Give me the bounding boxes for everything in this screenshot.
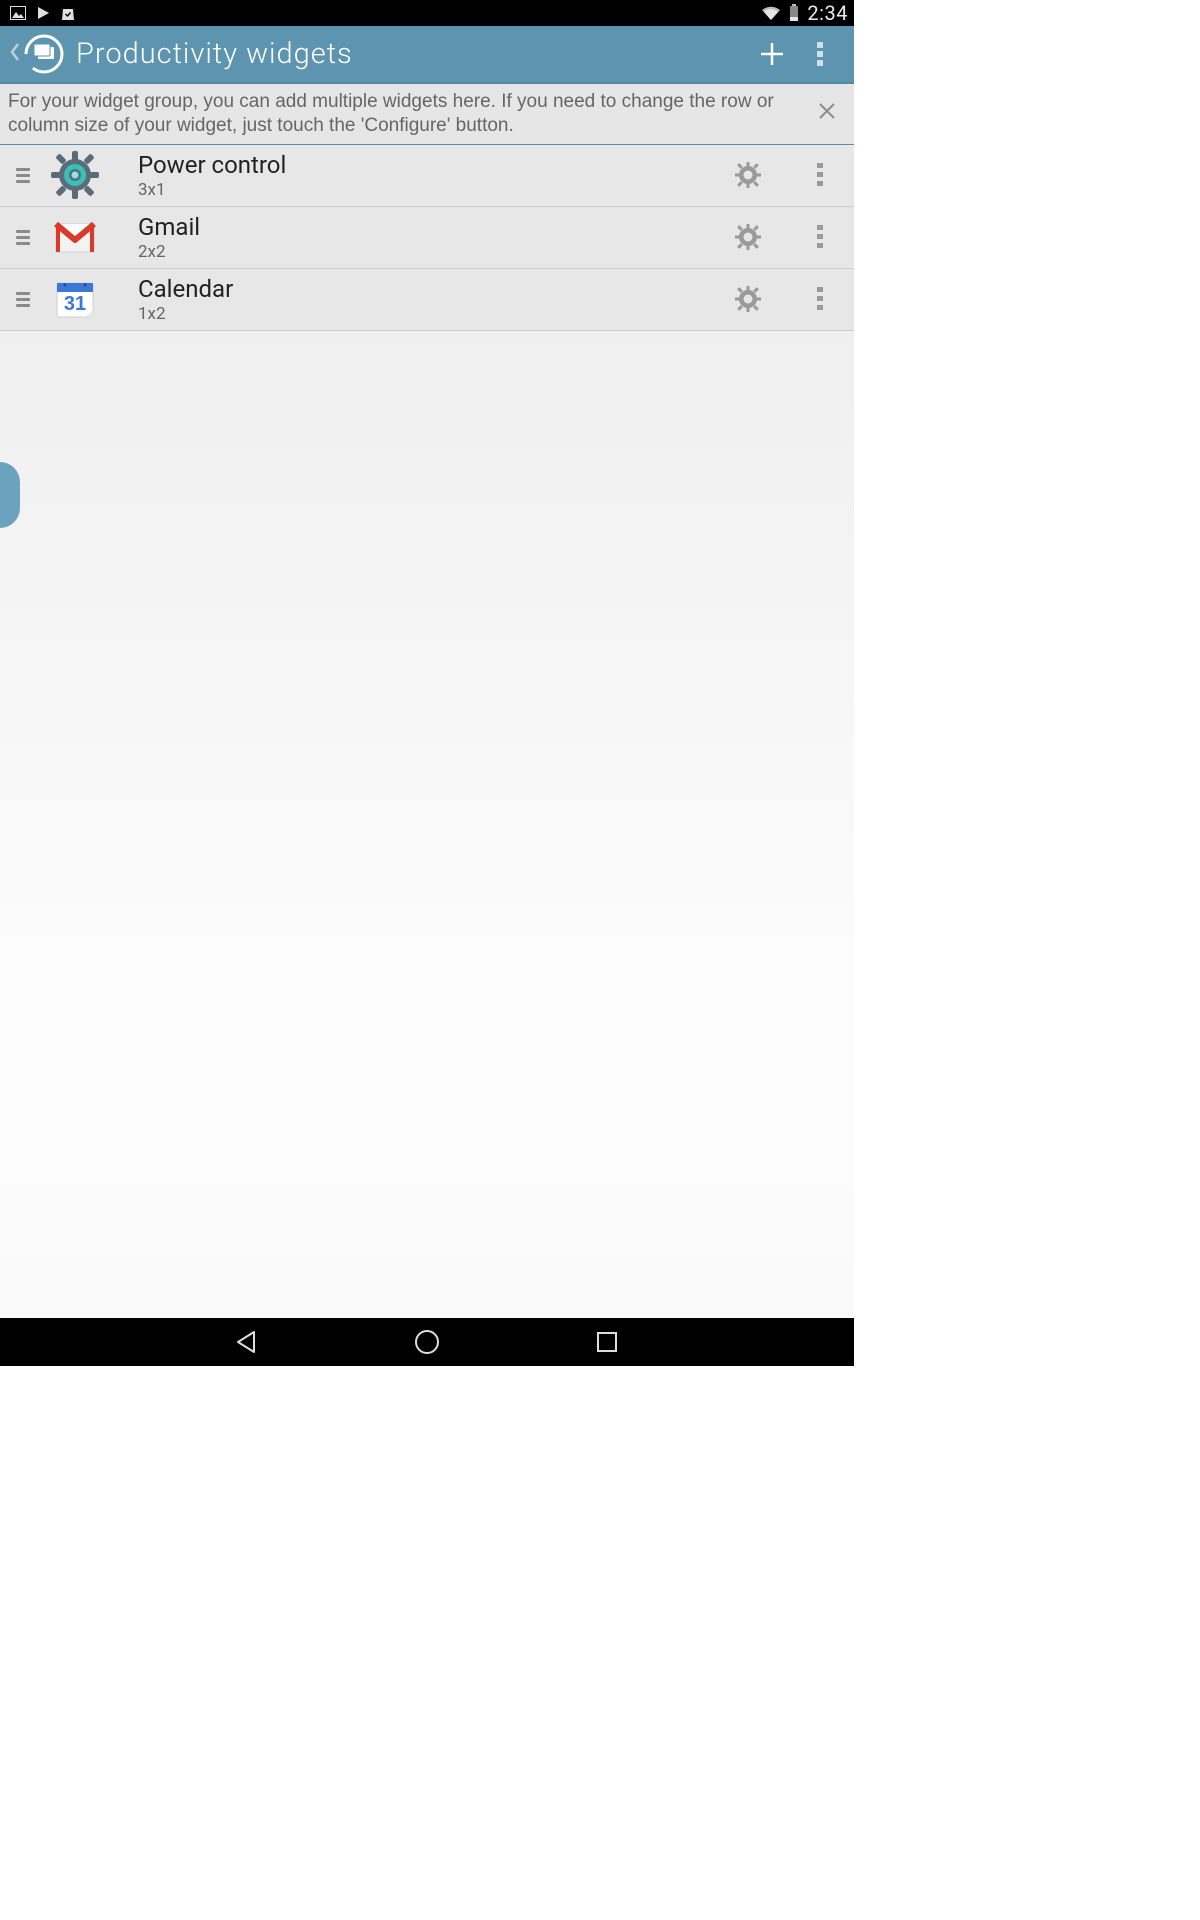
widget-list: Power control 3x1 Gmail 2x2: [0, 145, 854, 331]
nav-back-button[interactable]: [227, 1322, 267, 1362]
drag-handle-icon[interactable]: [6, 168, 40, 183]
status-bar: 2:34: [0, 0, 854, 26]
configure-button[interactable]: [722, 149, 774, 201]
overflow-menu-button[interactable]: [796, 30, 844, 78]
widget-name: Calendar: [138, 275, 722, 303]
configure-button[interactable]: [722, 273, 774, 325]
svg-text:31: 31: [64, 293, 86, 315]
back-button[interactable]: [10, 40, 20, 68]
app-gmail-icon: [40, 212, 110, 262]
app-settings-icon: [40, 150, 110, 200]
widget-row[interactable]: Gmail 2x2: [0, 207, 854, 269]
navigation-bar: [0, 1318, 854, 1366]
widget-size: 3x1: [138, 180, 722, 200]
image-icon: [10, 6, 26, 20]
play-icon: [36, 6, 50, 20]
drag-handle-icon[interactable]: [6, 230, 40, 245]
shopping-bag-icon: [60, 5, 76, 21]
widget-size: 1x2: [138, 304, 722, 324]
dismiss-hint-button[interactable]: [810, 96, 844, 132]
page-title: Productivity widgets: [76, 37, 748, 71]
hint-text: For your widget group, you can add multi…: [8, 90, 810, 138]
status-clock: 2:34: [807, 1, 848, 25]
drag-handle-icon[interactable]: [6, 292, 40, 307]
add-button[interactable]: [748, 30, 796, 78]
hint-banner: For your widget group, you can add multi…: [0, 84, 854, 145]
row-overflow-button[interactable]: [794, 273, 846, 325]
widget-row[interactable]: 31 Calendar 1x2: [0, 269, 854, 331]
nav-home-button[interactable]: [407, 1322, 447, 1362]
app-logo-icon: [22, 32, 66, 76]
widget-name: Gmail: [138, 213, 722, 241]
configure-button[interactable]: [722, 211, 774, 263]
background: [0, 326, 854, 1318]
wifi-icon: [761, 5, 781, 21]
row-overflow-button[interactable]: [794, 211, 846, 263]
app-calendar-icon: 31: [40, 274, 110, 324]
widget-name: Power control: [138, 151, 722, 179]
app-bar: Productivity widgets: [0, 26, 854, 84]
side-handle[interactable]: [0, 462, 20, 528]
battery-icon: [789, 4, 799, 22]
widget-row[interactable]: Power control 3x1: [0, 145, 854, 207]
nav-recent-button[interactable]: [587, 1322, 627, 1362]
row-overflow-button[interactable]: [794, 149, 846, 201]
widget-size: 2x2: [138, 242, 722, 262]
